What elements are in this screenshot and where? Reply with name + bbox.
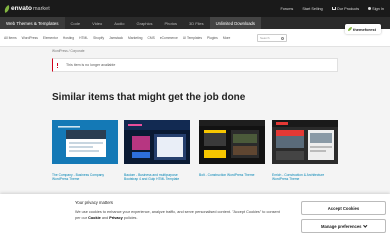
item-card-3[interactable]	[199, 120, 265, 164]
section-heading: Similar items that might get the job don…	[52, 92, 246, 103]
item-thumbnail-4[interactable]	[272, 120, 338, 164]
item-thumbnail-2[interactable]	[124, 120, 190, 164]
sign-in-label: Sign In	[372, 6, 384, 11]
subcat-more[interactable]: More	[223, 36, 231, 40]
start-selling-link[interactable]: Start Selling	[302, 7, 322, 11]
item-title-2[interactable]: Bauiom - Business and multipurpose Boots…	[124, 173, 190, 182]
subcat-elementor[interactable]: Elementor	[43, 36, 58, 40]
privacy-title: Your privacy matters	[75, 200, 114, 205]
chevron-down-icon	[362, 223, 367, 228]
subcat-ecommerce[interactable]: eCommerce	[160, 36, 178, 40]
cat-3d-files[interactable]: 3D Files	[183, 17, 210, 29]
privacy-text-mid: and	[100, 215, 110, 220]
notice-message: This item is no longer available	[66, 63, 116, 67]
subcat-cms[interactable]: CMS	[148, 36, 155, 40]
user-icon	[368, 6, 372, 10]
subcat-html[interactable]: HTML	[79, 36, 88, 40]
breadcrumb[interactable]: WordPress / Corporate	[52, 49, 85, 53]
item-title-3[interactable]: Bolt - Construction WordPress Theme	[199, 173, 265, 177]
subcat-plugins[interactable]: Plugins	[207, 36, 218, 40]
cart-icon	[331, 6, 336, 10]
top-bar: envato market Forums Start Selling Our P…	[0, 0, 390, 17]
forums-link[interactable]: Forums	[280, 7, 293, 11]
envato-leaf-icon	[3, 4, 11, 13]
cat-graphics[interactable]: Graphics	[131, 17, 159, 29]
subcat-ui-templates[interactable]: UI Templates	[183, 36, 202, 40]
cat-unlimited-downloads[interactable]: Unlimited Downloads	[209, 17, 261, 29]
logo-text: envato	[11, 5, 32, 12]
our-products-link[interactable]: Our Products	[331, 6, 360, 11]
manage-preferences-label: Manage preferences	[321, 223, 362, 229]
item-card-2[interactable]	[124, 120, 190, 164]
cat-video[interactable]: Video	[86, 17, 108, 29]
alert-icon	[56, 63, 59, 69]
item-thumbnail-3[interactable]	[199, 120, 265, 164]
search-placeholder: Search	[260, 36, 270, 40]
item-card-4[interactable]	[272, 120, 338, 164]
our-products-label: Our Products	[336, 6, 360, 11]
search-input[interactable]: Search	[257, 34, 287, 42]
privacy-text: We use cookies to enhance your experienc…	[75, 210, 285, 221]
cat-code[interactable]: Code	[65, 17, 87, 29]
privacy-policy-link[interactable]: Privacy	[109, 216, 123, 220]
logo-sub: market	[32, 5, 50, 12]
privacy-banner: Your privacy matters We use cookies to e…	[0, 194, 390, 240]
search-icon[interactable]	[281, 37, 284, 40]
sign-in-link[interactable]: Sign In	[368, 6, 384, 11]
item-title-1[interactable]: The Company - Business Company WordPress…	[52, 173, 118, 182]
item-title-4[interactable]: Enrich - Construction & Architecture Wor…	[272, 173, 338, 182]
subcat-jamstack[interactable]: Jamstack	[109, 36, 123, 40]
subcategory-bar: All Items WordPress Elementor Hosting HT…	[0, 29, 390, 47]
subcat-wordpress[interactable]: WordPress	[22, 36, 38, 40]
cookie-policy-link[interactable]: Cookie	[88, 216, 101, 220]
subcat-shopify[interactable]: Shopify	[93, 36, 104, 40]
unavailable-notice: This item is no longer available	[52, 58, 338, 72]
cat-photos[interactable]: Photos	[159, 17, 183, 29]
manage-preferences-button[interactable]: Manage preferences	[301, 219, 386, 233]
cat-audio[interactable]: Audio	[108, 17, 130, 29]
subcat-marketing[interactable]: Marketing	[128, 36, 142, 40]
privacy-text-after: policies.	[122, 215, 138, 220]
category-bar: Web Themes & Templates Code Video Audio …	[0, 17, 390, 29]
subcat-all-items[interactable]: All Items	[4, 36, 17, 40]
envato-logo[interactable]: envato market	[3, 4, 50, 13]
cat-web-themes[interactable]: Web Themes & Templates	[0, 17, 65, 29]
themeforest-label: themeforest	[353, 26, 376, 32]
subcat-hosting[interactable]: Hosting	[63, 36, 74, 40]
item-card-1[interactable]	[52, 120, 118, 164]
themeforest-leaf-icon	[348, 27, 352, 31]
start-selling-label: Start Selling	[302, 6, 323, 11]
item-thumbnail-1[interactable]	[52, 120, 118, 164]
accept-cookies-button[interactable]: Accept Cookies	[301, 201, 386, 215]
themeforest-badge[interactable]: themeforest	[345, 24, 381, 34]
